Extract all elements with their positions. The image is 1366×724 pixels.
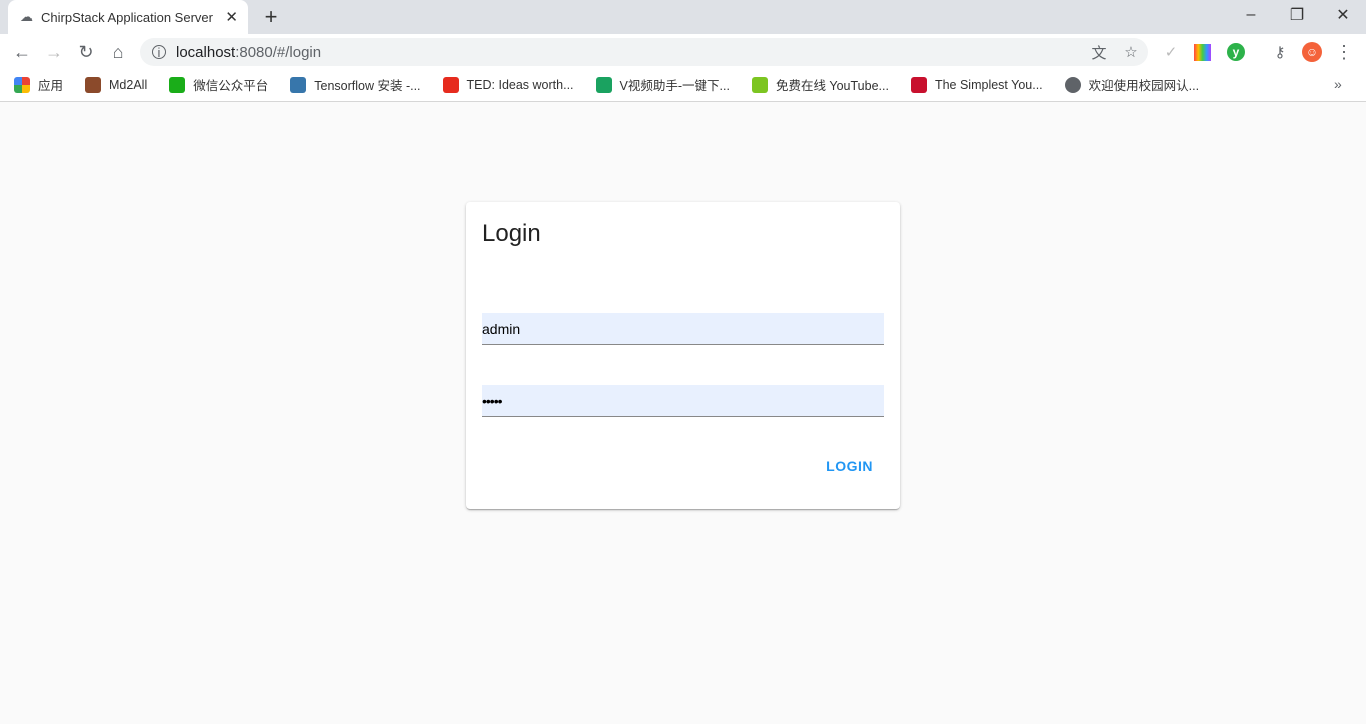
reload-icon[interactable]: ↻ [72,38,100,66]
bookmark-item[interactable]: The Simplest You... [910,76,1043,93]
login-button[interactable]: LOGIN [815,452,884,480]
check-extension-icon[interactable]: ✓ [1159,40,1183,64]
login-card: Login LOGIN [466,202,900,509]
bookmark-label: Md2All [109,77,148,92]
password-input[interactable] [482,385,884,417]
globe-icon [1064,76,1081,93]
minimize-icon[interactable]: – [1228,0,1274,30]
python-icon [290,76,307,93]
md2all-icon [85,76,102,93]
username-input[interactable] [482,313,884,345]
browser-tab[interactable]: ☁ ChirpStack Application Server ✕ [8,0,248,34]
bookmark-item[interactable]: 微信公众平台 [169,75,268,94]
bookmark-item[interactable]: 免费在线 YouTube... [751,75,889,94]
color-extension-icon[interactable] [1194,44,1211,61]
tab-title: ChirpStack Application Server [41,9,213,25]
close-window-icon[interactable]: ✕ [1320,0,1366,30]
bookmark-item[interactable]: Tensorflow 安装 -... [290,75,421,94]
url-host: localhost [176,43,236,61]
bookmark-label: 免费在线 YouTube... [775,79,889,93]
bookmark-label: TED: Ideas worth... [466,77,574,92]
bookmark-item[interactable]: Md2All [85,76,148,93]
home-icon[interactable]: ⌂ [104,38,132,66]
back-icon[interactable]: ← [8,38,36,66]
video-icon [595,76,612,93]
address-bar[interactable]: i localhost:8080/#/login [140,38,1148,66]
restore-icon[interactable]: ❐ [1274,0,1320,30]
download-red-icon [910,76,927,93]
bookmarks-bar: 应用 Md2All 微信公众平台 Tensorflow 安装 -... TED: Ide… [0,68,1366,102]
url-path: :8080/#/login [235,43,322,61]
bookmark-item[interactable]: 应用 [14,75,63,94]
bookmark-label: 应用 [38,79,64,93]
apps-grid-icon [14,76,30,93]
cloud-favicon-icon: ☁ [20,9,33,24]
bookmark-star-icon[interactable]: ☆ [1119,40,1143,64]
more-bookmarks-icon[interactable]: » [1334,76,1342,92]
wechat-icon [169,76,186,93]
profile-avatar-icon[interactable]: ☺ [1302,42,1322,62]
bookmark-label: V视频助手-一键下... [619,79,730,93]
forward-icon[interactable]: → [40,38,68,66]
bookmark-label: Tensorflow 安装 -... [314,79,421,93]
info-icon[interactable]: i [152,45,166,60]
menu-kebab-icon[interactable]: ⋮ [1332,40,1356,64]
login-title: Login [482,220,541,247]
translate-icon[interactable]: 文 [1087,40,1111,64]
bookmark-item[interactable]: V视频助手-一键下... [595,75,730,94]
bookmark-label: The Simplest You... [934,77,1043,92]
bookmark-item[interactable]: 欢迎使用校园网认... [1064,75,1200,94]
key-icon[interactable]: ⚷ [1268,40,1292,64]
y-extension-icon[interactable]: y [1227,43,1245,61]
ted-icon [442,76,459,93]
bookmark-label: 微信公众平台 [193,79,269,93]
download-arrow-icon [751,76,768,93]
close-tab-icon[interactable]: ✕ [225,8,238,26]
bookmark-label: 欢迎使用校园网认... [1088,79,1200,93]
bookmark-item[interactable]: TED: Ideas worth... [442,76,574,93]
new-tab-icon[interactable]: + [258,4,284,30]
